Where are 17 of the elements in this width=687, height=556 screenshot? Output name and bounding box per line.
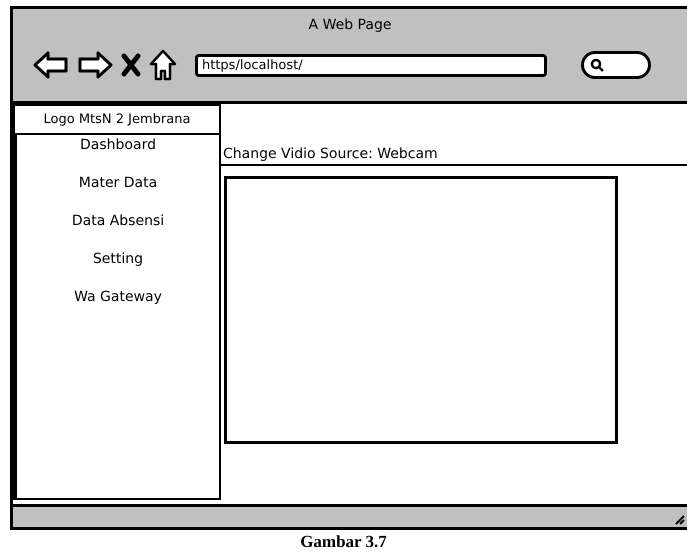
sidebar-item[interactable]: Mater Data: [78, 175, 158, 191]
logo-text: Logo MtsN 2 Jembrana: [44, 112, 190, 127]
source-label: Change Vidio Source: Webcam: [221, 146, 687, 166]
close-icon[interactable]: [121, 53, 141, 77]
address-field[interactable]: https/localhost/: [195, 54, 547, 76]
sidebar-item[interactable]: Data Absensi: [72, 213, 164, 229]
home-icon[interactable]: [149, 49, 177, 81]
sidebar-item[interactable]: Dashboard: [80, 137, 156, 153]
back-icon[interactable]: [33, 50, 69, 80]
resize-grip-icon[interactable]: [673, 513, 685, 525]
sidebar-item[interactable]: Wa Gateway: [74, 289, 162, 305]
forward-icon[interactable]: [77, 50, 113, 80]
search-field[interactable]: [581, 51, 651, 79]
sidebar-item[interactable]: Setting: [92, 251, 144, 267]
figure-caption: Gambar 3.7: [299, 531, 388, 553]
search-icon: [590, 58, 604, 72]
window-title: A Web Page: [308, 16, 392, 35]
